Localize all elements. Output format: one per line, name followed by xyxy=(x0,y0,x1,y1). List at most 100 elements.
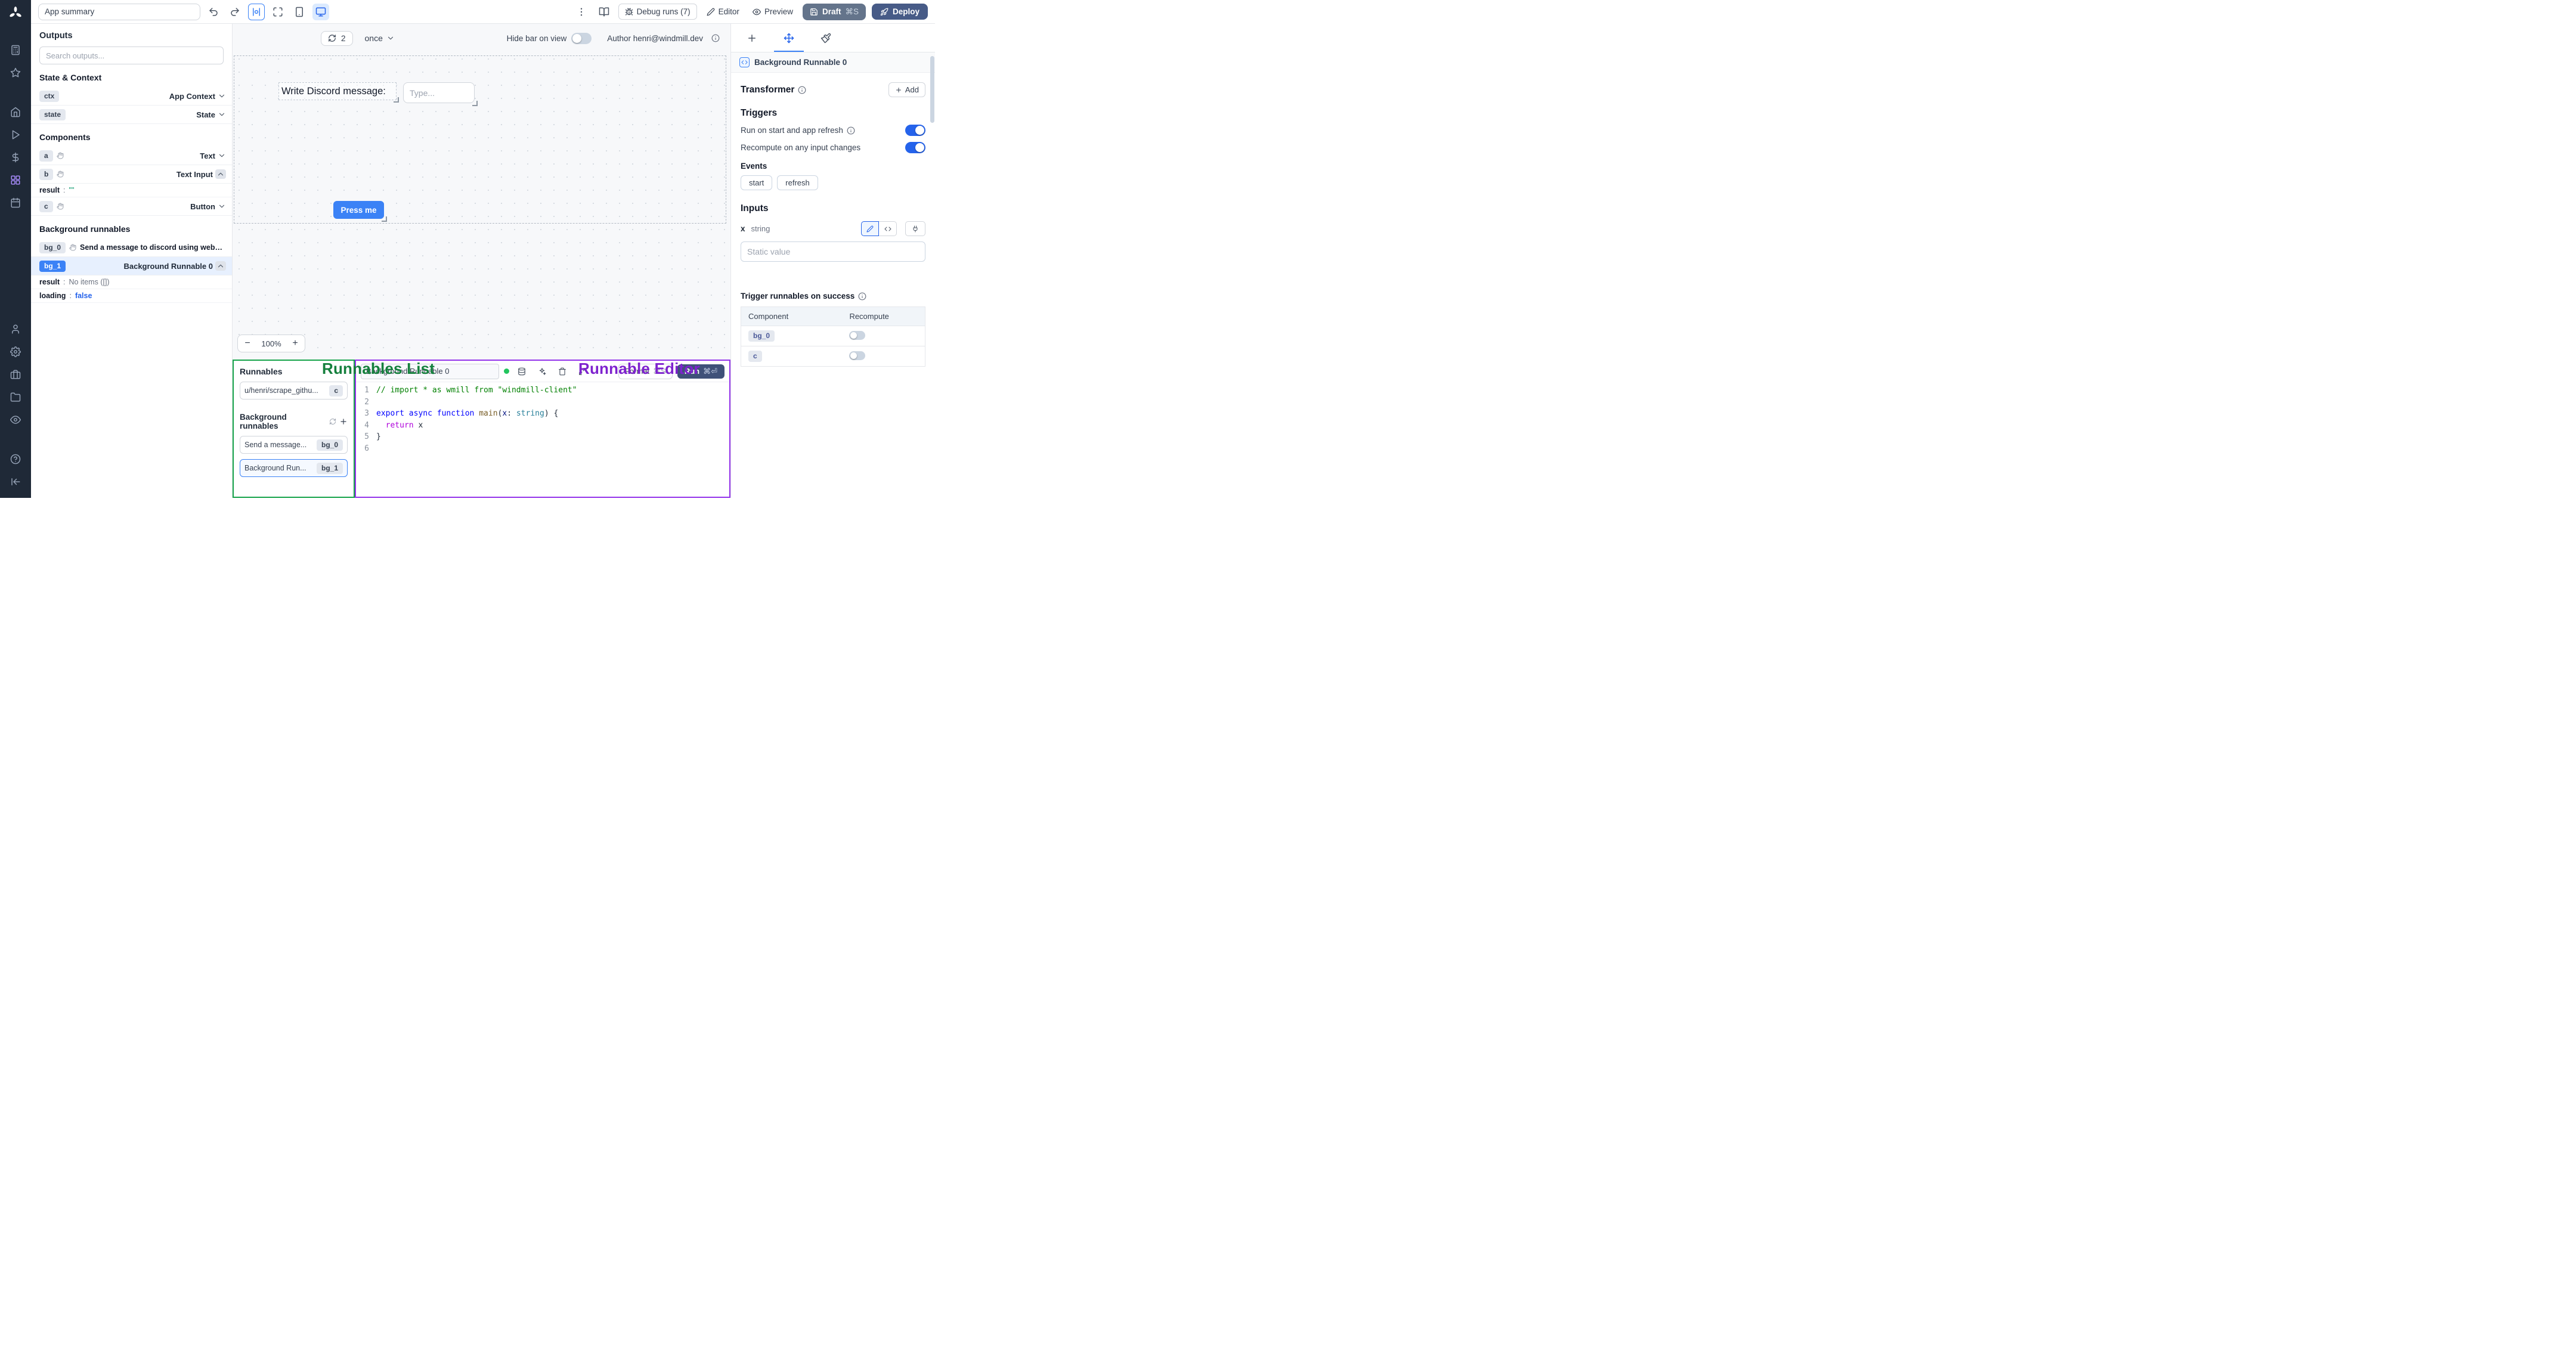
pencil-icon xyxy=(707,8,715,16)
collapse-sidebar-icon[interactable] xyxy=(0,470,31,493)
draft-button[interactable]: Draft ⌘S xyxy=(802,3,866,20)
text-input-component[interactable] xyxy=(403,82,478,106)
mobile-view-button[interactable] xyxy=(291,4,308,20)
resources-icon[interactable] xyxy=(0,169,31,191)
help-icon[interactable] xyxy=(0,448,31,470)
recompute-c-toggle[interactable] xyxy=(849,351,866,360)
code-editor[interactable]: 1// import * as wmill from "windmill-cli… xyxy=(356,382,729,497)
windmill-logo-icon[interactable] xyxy=(8,6,23,22)
refresh-count-button[interactable]: 2 xyxy=(321,30,353,46)
preview-tab[interactable]: Preview xyxy=(749,4,797,19)
audit-icon[interactable] xyxy=(0,408,31,431)
more-menu-button[interactable] xyxy=(573,4,590,20)
runnable-item-bg1[interactable]: Background Run... bg_1 xyxy=(240,459,348,477)
text-component[interactable]: Write Discord message: xyxy=(278,82,399,103)
info-icon[interactable] xyxy=(798,86,806,94)
user-icon[interactable] xyxy=(0,318,31,340)
editor-tab[interactable]: Editor xyxy=(703,4,743,19)
info-icon[interactable] xyxy=(847,126,855,135)
app-canvas[interactable]: Write Discord message: Press me − 100% xyxy=(233,52,730,377)
output-row-a[interactable]: a Text xyxy=(31,147,232,165)
home-icon[interactable] xyxy=(0,101,31,123)
info-icon[interactable] xyxy=(711,34,720,42)
desktop-view-button[interactable] xyxy=(312,3,329,20)
output-row-state[interactable]: state State xyxy=(31,106,232,124)
settings-icon[interactable] xyxy=(0,340,31,363)
static-value-input[interactable] xyxy=(741,241,925,262)
bg1-result-row[interactable]: result : No items ([]) xyxy=(31,275,232,289)
deploy-button[interactable]: Deploy xyxy=(871,4,928,20)
c-badge: c xyxy=(39,200,53,212)
schedules-icon[interactable] xyxy=(0,191,31,214)
app-summary-input[interactable] xyxy=(38,3,200,20)
recompute-bg0-toggle[interactable] xyxy=(849,330,866,340)
add-background-runnable-button[interactable] xyxy=(339,417,348,426)
tab-styling[interactable] xyxy=(807,24,844,52)
workers-icon[interactable] xyxy=(0,363,31,386)
code-line[interactable]: 1// import * as wmill from "windmill-cli… xyxy=(356,385,729,397)
zoom-in-button[interactable]: + xyxy=(286,335,305,352)
component-grid[interactable]: Write Discord message: Press me xyxy=(234,55,726,224)
search-outputs-input[interactable] xyxy=(39,47,224,64)
event-start-button[interactable]: start xyxy=(741,175,773,190)
debug-runs-button[interactable]: Debug runs (7) xyxy=(618,4,697,20)
author-label: Author henri@windmill.dev xyxy=(607,33,703,43)
resize-handle[interactable] xyxy=(394,97,399,103)
tab-component-settings[interactable] xyxy=(770,24,807,52)
undo-button[interactable] xyxy=(205,4,222,20)
hide-bar-toggle[interactable] xyxy=(571,32,592,44)
redo-button[interactable] xyxy=(227,4,243,20)
runnable-item-bg0[interactable]: Send a message... bg_0 xyxy=(240,436,348,454)
fit-width-button[interactable] xyxy=(248,3,265,20)
add-transformer-button[interactable]: Add xyxy=(888,82,925,97)
zoom-out-button[interactable]: − xyxy=(238,335,257,352)
runs-icon[interactable] xyxy=(0,123,31,146)
code-line[interactable]: 4 return x xyxy=(356,420,729,432)
output-row-bg1[interactable]: bg_1 Background Runnable 0 xyxy=(31,257,232,275)
static-mode-button[interactable] xyxy=(861,221,879,236)
cache-icon[interactable] xyxy=(514,364,530,379)
favorites-icon[interactable] xyxy=(0,61,31,84)
b-result-row[interactable]: result : "" xyxy=(31,184,232,197)
code-line[interactable]: 6 xyxy=(356,443,729,455)
apps-icon[interactable] xyxy=(0,39,31,61)
interval-select[interactable]: once xyxy=(365,33,395,43)
trigger-start-label: Run on start and app refresh xyxy=(741,126,843,135)
bg1-loading-row[interactable]: loading : false xyxy=(31,289,232,303)
button-component[interactable]: Press me xyxy=(333,201,387,222)
runnable-item-script[interactable]: u/henri/scrape_githu... c xyxy=(240,382,348,399)
press-me-button[interactable]: Press me xyxy=(333,201,384,219)
chevron-down-icon[interactable] xyxy=(218,92,226,100)
output-row-c[interactable]: c Button xyxy=(31,197,232,216)
resize-handle[interactable] xyxy=(472,101,478,106)
chevron-down-icon[interactable] xyxy=(218,110,226,119)
event-refresh-button[interactable]: refresh xyxy=(777,175,818,190)
resize-handle[interactable] xyxy=(382,216,387,222)
tab-insert-component[interactable] xyxy=(733,24,770,52)
code-line[interactable]: 5} xyxy=(356,431,729,443)
selected-runnable-header[interactable]: Background Runnable 0 xyxy=(731,52,935,73)
eval-mode-button[interactable] xyxy=(879,221,897,236)
docs-button[interactable] xyxy=(596,4,612,20)
runnable-item-label: u/henri/scrape_githu... xyxy=(244,386,318,395)
delete-icon[interactable] xyxy=(555,364,570,379)
info-icon[interactable] xyxy=(858,292,866,301)
chevron-down-icon[interactable] xyxy=(218,202,226,210)
scrollbar[interactable] xyxy=(930,56,934,123)
chevron-up-icon[interactable] xyxy=(216,262,225,270)
text-input-field[interactable] xyxy=(403,82,475,103)
fullscreen-button[interactable] xyxy=(270,4,286,20)
output-row-b[interactable]: b Text Input xyxy=(31,165,232,184)
code-line[interactable]: 3 export async function main(x: string) { xyxy=(356,408,729,420)
chevron-down-icon[interactable] xyxy=(218,151,226,160)
output-row-ctx[interactable]: ctx App Context xyxy=(31,87,232,106)
output-row-bg0[interactable]: bg_0 Send a message to discord using web… xyxy=(31,239,232,257)
code-line[interactable]: 2 xyxy=(356,397,729,408)
connect-input-button[interactable] xyxy=(905,221,925,236)
run-on-start-toggle[interactable] xyxy=(905,125,925,136)
chevron-up-icon[interactable] xyxy=(216,170,225,178)
recompute-toggle[interactable] xyxy=(905,142,925,153)
folders-icon[interactable] xyxy=(0,386,31,408)
variables-icon[interactable] xyxy=(0,146,31,169)
ai-wand-icon[interactable] xyxy=(534,364,550,379)
